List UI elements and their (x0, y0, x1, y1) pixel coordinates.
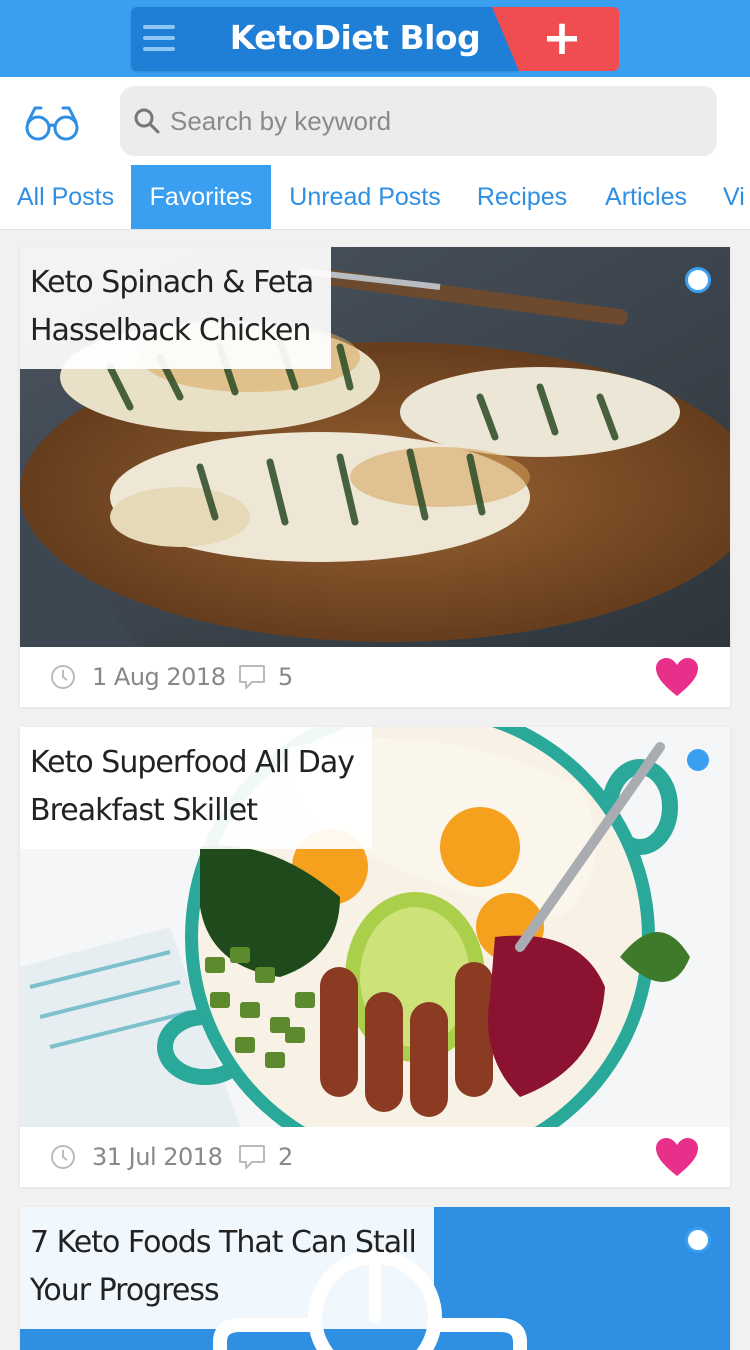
comment-count: 5 (278, 663, 294, 691)
tab-unread-posts[interactable]: Unread Posts (271, 165, 459, 229)
unread-status-icon[interactable] (685, 267, 711, 293)
post-title: 7 Keto Foods That Can Stall Your Progres… (30, 1225, 417, 1308)
clock-icon (50, 664, 76, 690)
tab-recipes[interactable]: Recipes (459, 165, 585, 229)
post-meta: 1 Aug 2018 5 (20, 647, 730, 707)
favorite-heart-icon[interactable] (654, 1136, 700, 1178)
post-meta: 31 Jul 2018 2 (20, 1127, 730, 1187)
post-title: Keto Superfood All Day Breakfast Skillet (30, 745, 355, 828)
post-title-box: Keto Spinach & Feta Hasselback Chicken (20, 247, 332, 369)
hamburger-menu-icon[interactable] (143, 25, 175, 51)
comment-icon[interactable] (238, 664, 266, 690)
category-tabs: All Posts Favorites Unread Posts Recipes… (0, 165, 750, 230)
glasses-icon[interactable] (22, 100, 82, 144)
post-date: 31 Jul 2018 (92, 1143, 223, 1171)
unread-status-icon[interactable] (687, 749, 709, 771)
post-title-box: Keto Superfood All Day Breakfast Skillet (20, 727, 372, 849)
hasselback-chicken-photo: Keto Spinach & Feta Hasselback Chicken (20, 247, 730, 647)
search-input[interactable] (170, 98, 690, 144)
post-card[interactable]: Keto Superfood All Day Breakfast Skillet… (20, 727, 730, 1187)
post-date: 1 Aug 2018 (92, 663, 226, 691)
scale-illustration: 7 Keto Foods That Can Stall Your Progres… (20, 1207, 730, 1350)
add-button[interactable]: + (492, 7, 619, 71)
tab-articles[interactable]: Articles (585, 165, 707, 229)
comment-icon[interactable] (238, 1144, 266, 1170)
comment-count: 2 (278, 1143, 294, 1171)
tab-all-posts[interactable]: All Posts (0, 165, 131, 229)
tab-videos[interactable]: Vi (707, 165, 750, 229)
breakfast-skillet-photo: Keto Superfood All Day Breakfast Skillet (20, 727, 730, 1127)
post-title-box: 7 Keto Foods That Can Stall Your Progres… (20, 1207, 434, 1329)
post-card[interactable]: Keto Spinach & Feta Hasselback Chicken 1… (20, 247, 730, 707)
tab-favorites[interactable]: Favorites (131, 165, 271, 229)
app-title: KetoDiet Blog (229, 18, 481, 57)
post-title: Keto Spinach & Feta Hasselback Chicken (30, 265, 314, 348)
favorite-heart-icon[interactable] (654, 656, 700, 698)
plus-icon: + (541, 10, 583, 66)
search-icon (133, 107, 161, 135)
post-card[interactable]: 7 Keto Foods That Can Stall Your Progres… (20, 1207, 730, 1350)
unread-status-icon[interactable] (685, 1227, 711, 1253)
clock-icon (50, 1144, 76, 1170)
